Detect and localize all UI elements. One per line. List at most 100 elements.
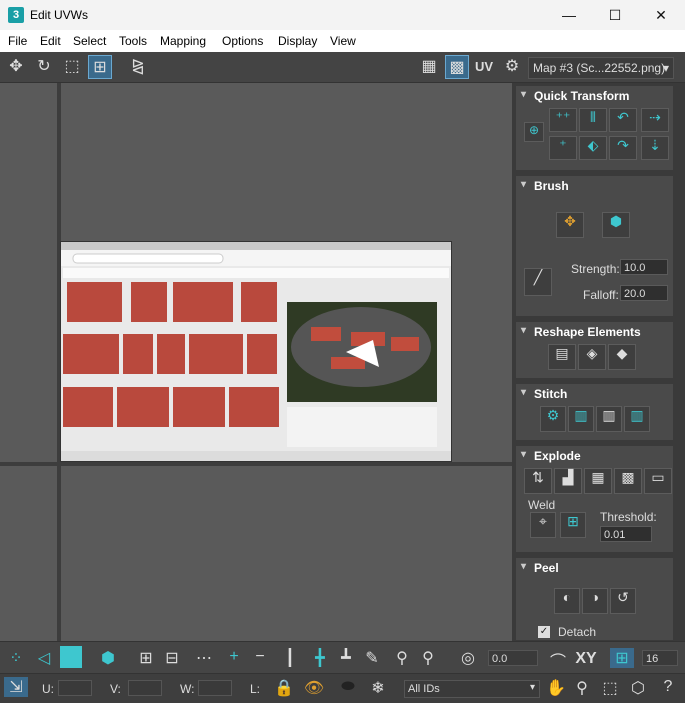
align-edges-icon[interactable]: ⇢ (641, 108, 669, 132)
falloff-curve-icon[interactable]: ╱ (524, 268, 552, 296)
space-grid-icon[interactable]: ⬖ (579, 136, 607, 160)
map-dropdown[interactable]: Map #3 (Sc...22552.png) ▾ (528, 57, 674, 79)
coord-spinner[interactable]: 0.0 (488, 650, 538, 666)
menu-select[interactable]: Select (73, 34, 106, 48)
edge-ring-grow-icon[interactable]: ╋ (308, 648, 332, 668)
w-label: W: (180, 682, 195, 696)
map-settings-icon[interactable]: ⚙ (500, 55, 524, 79)
relax-brush-icon[interactable]: ⬢ (602, 212, 630, 238)
edge-ring-shrink-icon[interactable]: ┻ (334, 648, 358, 668)
weld-target-icon[interactable]: ⌖ (530, 512, 556, 538)
explode-by-material-icon[interactable]: ▦ (584, 468, 612, 494)
loop-grow-icon[interactable]: + (222, 648, 246, 666)
menu-file[interactable]: File (8, 34, 27, 48)
freeze-toggle-icon[interactable]: ⬬ (336, 678, 360, 696)
paint-grow-icon[interactable]: ⚲ (390, 648, 414, 668)
quick-peel-icon[interactable]: ◐ (554, 588, 580, 614)
peel-mode-icon[interactable]: ◑ (582, 588, 608, 614)
pan-icon[interactable]: ✋ (544, 678, 568, 698)
rotate-ccw-icon[interactable]: ↶ (609, 108, 637, 132)
explode-by-smoothing-icon[interactable]: ▟ (554, 468, 582, 494)
u-field[interactable] (58, 680, 92, 696)
grid-size-dropdown[interactable]: 16 (642, 650, 678, 666)
reset-peel-icon[interactable]: ↺ (610, 588, 636, 614)
uv-button[interactable]: UV (472, 55, 496, 79)
paint-move-icon[interactable]: ✥ (556, 212, 584, 238)
relax-icon[interactable]: ◈ (578, 344, 606, 370)
snowflake-icon[interactable]: ❄ (366, 678, 390, 698)
straighten-icon[interactable]: ▤ (548, 344, 576, 370)
explode-title[interactable]: Explode (516, 446, 673, 463)
pivot-snap-icon[interactable]: ◎ (456, 648, 480, 668)
show-map-icon[interactable]: ▩ (445, 55, 469, 79)
close-button[interactable]: ✕ (638, 0, 684, 30)
move-icon[interactable]: ✥ (4, 55, 28, 79)
freeform-icon[interactable]: ⊞ (88, 55, 112, 79)
break-icon[interactable]: ⇅ (524, 468, 552, 494)
detach-checkbox[interactable]: ✓ (538, 626, 550, 638)
threshold-spinner[interactable]: 0.01 (600, 526, 652, 542)
v-field[interactable] (128, 680, 162, 696)
align-vertical-edges-icon[interactable]: ⇣ (641, 136, 669, 160)
zoom-region-icon[interactable]: ⬚ (598, 678, 622, 698)
explode-settings-icon[interactable]: ▭ (644, 468, 672, 494)
zoom-extents-icon[interactable]: ⬡ (626, 678, 650, 698)
scale-icon[interactable]: ⬚ (60, 55, 84, 79)
rotate-cw-icon[interactable]: ↷ (609, 136, 637, 160)
grow-selection-icon[interactable]: ⊞ (134, 648, 158, 668)
face-mode-icon[interactable] (60, 646, 82, 668)
curve-icon[interactable]: ⌒ (546, 648, 570, 672)
ids-dropdown[interactable]: All IDs ▾ (404, 680, 540, 698)
chevron-down-icon: ▾ (529, 682, 535, 693)
edge-mode-icon[interactable]: ◁ (32, 648, 56, 668)
minimize-button[interactable]: — (546, 0, 592, 30)
falloff-spinner[interactable]: 20.0 (620, 285, 668, 301)
loop-shrink-icon[interactable]: − (248, 648, 272, 666)
shrink-selection-icon[interactable]: ⊟ (160, 648, 184, 668)
relax-settings-icon[interactable]: ◆ (608, 344, 636, 370)
menu-mapping[interactable]: Mapping (160, 34, 206, 48)
strength-spinner[interactable]: 10.0 (620, 259, 668, 275)
align-vertical-icon[interactable]: ⁺ (549, 136, 577, 160)
menu-view[interactable]: View (330, 34, 356, 48)
stitch-custom-icon[interactable]: ⚙ (540, 406, 566, 432)
stitch-title[interactable]: Stitch (516, 384, 673, 401)
align-horizontal-icon[interactable]: ⁺⁺ (549, 108, 577, 132)
vertex-mode-icon[interactable]: ⁘ (4, 648, 28, 668)
menu-display[interactable]: Display (278, 34, 317, 48)
grid-snap-icon[interactable]: ⊞ (610, 648, 634, 668)
help-icon[interactable]: ? (656, 678, 680, 696)
flatten-icon[interactable]: ▩ (614, 468, 642, 494)
menu-options[interactable]: Options (222, 34, 263, 48)
checker-pattern-icon[interactable]: ▦ (417, 55, 441, 79)
element-mode-icon[interactable]: ⬢ (96, 648, 120, 668)
stitch-source-icon[interactable]: ▥ (568, 406, 594, 432)
reshape-title[interactable]: Reshape Elements (516, 322, 673, 339)
space-vertical-icon[interactable]: ⦀ (579, 108, 607, 132)
v-label: V: (110, 682, 121, 696)
absolute-offset-icon[interactable]: ⇲ (4, 677, 28, 697)
ring-selection-icon[interactable]: ⋯ (192, 648, 216, 668)
stitch-target-icon[interactable]: ▥ (624, 406, 650, 432)
quick-transform-title[interactable]: Quick Transform (516, 86, 673, 103)
edge-loop-icon[interactable]: ┃ (278, 648, 302, 668)
peel-section: Peel ◐ ◑ ↺ ✓ Detach (515, 557, 674, 641)
menu-tools[interactable]: Tools (119, 34, 147, 48)
maximize-button[interactable]: ☐ (592, 0, 638, 30)
hide-icon[interactable]: 👁 (302, 678, 326, 698)
weld-selected-icon[interactable]: ⊞ (560, 512, 586, 538)
stitch-average-icon[interactable]: ▥ (596, 406, 622, 432)
paint-shrink-icon[interactable]: ⚲ (416, 648, 440, 668)
rotate-icon[interactable]: ↻ (32, 55, 56, 79)
paint-select-icon[interactable]: ✎ (360, 648, 384, 668)
brush-title[interactable]: Brush (516, 176, 673, 193)
zoom-icon[interactable]: ⚲ (570, 678, 594, 698)
menu-edit[interactable]: Edit (40, 34, 61, 48)
coord-value: 0.0 (492, 653, 508, 665)
mirror-icon[interactable]: ⧎ (126, 55, 150, 79)
lock-icon[interactable]: 🔒 (272, 678, 296, 698)
peel-title[interactable]: Peel (516, 558, 673, 575)
w-field[interactable] (198, 680, 232, 696)
pivot-icon[interactable]: ⊕ (524, 122, 544, 142)
xy-toggle[interactable]: XY (572, 650, 600, 668)
